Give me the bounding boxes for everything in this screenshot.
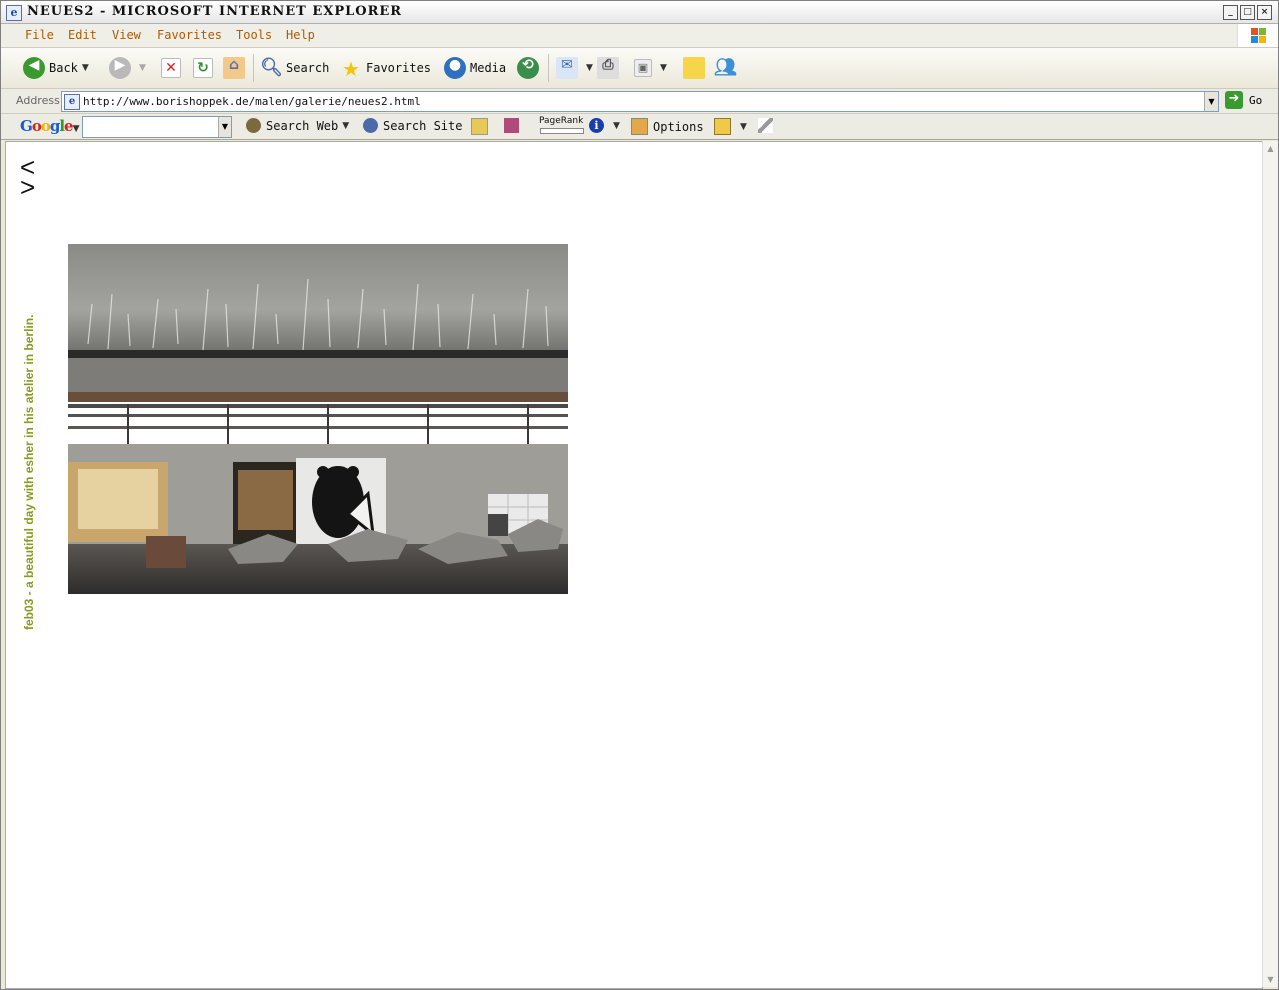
chevron-down-icon[interactable]: ▼	[740, 122, 747, 132]
page-info-button[interactable]: i ▼	[589, 118, 620, 133]
back-arrow-icon: ◀	[23, 57, 45, 79]
chevron-down-icon[interactable]: ▼	[660, 63, 667, 73]
edit-button[interactable]: ▣ ▼	[634, 56, 667, 80]
search-site-button[interactable]: Search Site	[363, 118, 462, 133]
messenger-icon: 👥︎	[714, 57, 737, 78]
standard-toolbar: ◀ Back ▼ ▶ ▼ ✕ ↻ ⌂ 🔍︎ Search ★ Favorites…	[1, 48, 1278, 89]
chevron-down-icon[interactable]: ▼	[613, 121, 620, 131]
history-icon: ⟲	[517, 57, 539, 79]
gallery-photo	[68, 244, 568, 594]
vertical-scrollbar[interactable]: ▲ ▼	[1262, 141, 1278, 987]
mail-button[interactable]: ✉ ▼	[556, 56, 593, 80]
chevron-down-icon[interactable]: ▼	[82, 63, 89, 73]
go-button[interactable]: ➜ Go	[1225, 91, 1262, 109]
news-button[interactable]	[471, 118, 493, 135]
ie-icon: e	[6, 5, 22, 21]
favorites-button[interactable]: ★ Favorites	[340, 56, 432, 81]
note-icon	[683, 57, 705, 79]
browser-window: e neues2 - Microsoft Internet Explorer _…	[0, 0, 1279, 990]
search-icon: 🔍︎	[260, 57, 283, 78]
chevron-down-icon[interactable]: ▼	[218, 117, 231, 137]
search-site-icon	[363, 118, 378, 133]
home-button[interactable]: ⌂	[223, 56, 249, 80]
scroll-up-icon[interactable]: ▲	[1264, 142, 1277, 155]
page-content: < > feb03 - a beautiful day with esher i…	[5, 141, 1263, 989]
address-bar: Address e http://www.borishoppek.de/male…	[1, 89, 1278, 114]
history-button[interactable]: ⟲	[517, 56, 543, 80]
window-title: neues2 - Microsoft Internet Explorer	[27, 4, 403, 19]
options-label: Options	[653, 119, 704, 134]
media-globe-icon: ●	[444, 57, 466, 79]
print-icon: ⎙	[597, 57, 619, 79]
options-button[interactable]: Options	[631, 118, 704, 135]
forward-arrow-icon: ▶	[109, 57, 131, 79]
search-web-label: Search Web	[266, 118, 339, 133]
menu-help[interactable]: Help	[286, 28, 315, 42]
media-button[interactable]: ● Media	[444, 56, 506, 80]
google-logo[interactable]: Google▼	[20, 117, 80, 135]
stop-icon: ✕	[161, 58, 181, 78]
refresh-icon: ↻	[193, 58, 213, 78]
stop-button[interactable]: ✕	[161, 56, 185, 80]
page-icon: e	[64, 94, 80, 110]
address-label: Address	[16, 94, 60, 107]
photo-caption: feb03 - a beautiful day with esher in hi…	[22, 314, 36, 630]
star-icon: ★	[342, 57, 360, 81]
menu-favorites[interactable]: Favorites	[157, 28, 222, 42]
menu-tools[interactable]: Tools	[236, 28, 272, 42]
pagerank-label: PageRank	[539, 116, 584, 126]
favorites-label: Favorites	[366, 61, 432, 75]
refresh-button[interactable]: ↻	[193, 56, 217, 80]
messenger-button[interactable]: 👥︎	[714, 56, 740, 80]
binoculars-icon	[246, 118, 261, 133]
address-input[interactable]: e http://www.borishoppek.de/malen/galeri…	[61, 91, 1219, 112]
pencil-icon	[758, 118, 773, 133]
google-search-input[interactable]: ▼	[82, 116, 232, 138]
menu-edit[interactable]: Edit	[68, 28, 97, 42]
highlight-button[interactable]	[758, 118, 778, 133]
back-label: Back	[49, 61, 78, 75]
windows-logo-icon	[1237, 24, 1278, 47]
address-url[interactable]: http://www.borishoppek.de/malen/galerie/…	[83, 95, 421, 108]
notes-button[interactable]	[683, 56, 709, 80]
maximize-button[interactable]: □	[1240, 5, 1255, 20]
forward-button[interactable]: ▶ ▼	[109, 56, 146, 80]
search-site-label: Search Site	[383, 118, 463, 133]
chevron-down-icon[interactable]: ▼	[342, 121, 349, 131]
search-label: Search	[286, 61, 330, 75]
back-button[interactable]: ◀ Back ▼	[23, 56, 89, 80]
print-button[interactable]: ⎙	[597, 56, 623, 80]
home-icon: ⌂	[223, 57, 245, 79]
minimize-button[interactable]: _	[1223, 5, 1238, 20]
media-label: Media	[470, 61, 507, 75]
chevron-down-icon[interactable]: ▼	[139, 63, 146, 73]
search-web-button[interactable]: Search Web ▼	[246, 118, 349, 133]
go-label: Go	[1249, 93, 1263, 107]
scroll-down-icon[interactable]: ▼	[1264, 973, 1277, 986]
up-folder-button[interactable]: ▼	[714, 118, 747, 135]
search-button[interactable]: 🔍︎ Search	[260, 56, 329, 80]
menu-bar: File Edit View Favorites Tools Help	[1, 24, 1278, 48]
menu-file[interactable]: File	[25, 28, 54, 42]
google-toolbar: Google▼ ▼ Search Web ▼ Search Site PageR…	[1, 114, 1278, 140]
info-icon: i	[589, 118, 604, 133]
menu-view[interactable]: View	[112, 28, 141, 42]
chevron-down-icon[interactable]: ▼	[586, 63, 593, 73]
chevron-down-icon[interactable]: ▼	[1204, 92, 1218, 111]
popup-icon	[504, 118, 519, 133]
news-icon	[471, 118, 488, 135]
edit-icon: ▣	[634, 59, 652, 77]
go-arrow-icon: ➜	[1225, 91, 1243, 109]
mail-icon: ✉	[556, 57, 578, 79]
close-button[interactable]: ×	[1257, 5, 1272, 20]
next-link[interactable]: >	[20, 174, 35, 200]
popup-blocker-button[interactable]	[504, 118, 524, 133]
folder-up-icon	[714, 118, 731, 135]
options-icon	[631, 118, 648, 135]
title-bar: e neues2 - Microsoft Internet Explorer _…	[1, 1, 1278, 24]
pagerank-bar	[540, 128, 584, 134]
